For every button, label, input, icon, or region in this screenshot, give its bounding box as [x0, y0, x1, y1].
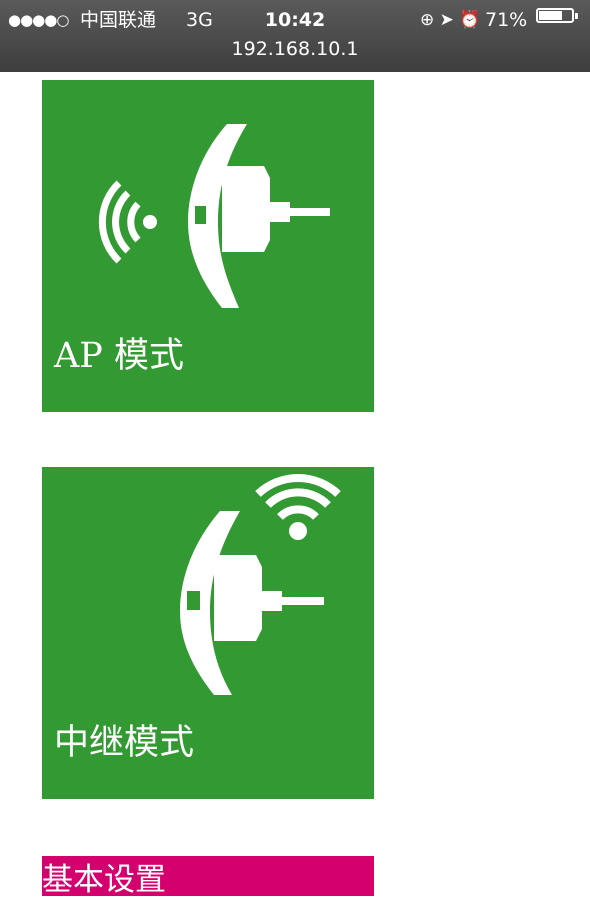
battery-fill [539, 11, 562, 20]
basic-settings-tile[interactable]: 基本设置 [42, 856, 374, 898]
battery-percent: 71% [485, 9, 528, 31]
status-bar: ●●●●○ 中国联通 3G 10:42 ⊕ ➤ ⏰ 71% 192.168.10… [0, 0, 590, 72]
battery-icon [536, 8, 574, 23]
battery-tip [575, 13, 578, 19]
ap-mode-label: AP 模式 [54, 336, 184, 376]
basic-settings-label: 基本设置 [42, 862, 166, 898]
repeater-mode-tile[interactable]: 中继模式 [42, 467, 374, 799]
repeater-mode-label: 中继模式 [54, 723, 195, 763]
status-icons: ⊕ ➤ ⏰ [420, 10, 481, 30]
address-bar-url[interactable]: 192.168.10.1 [0, 36, 590, 62]
ap-mode-tile[interactable]: AP 模式 [42, 80, 374, 412]
status-row: ●●●●○ 中国联通 3G 10:42 ⊕ ➤ ⏰ 71% [0, 6, 590, 34]
